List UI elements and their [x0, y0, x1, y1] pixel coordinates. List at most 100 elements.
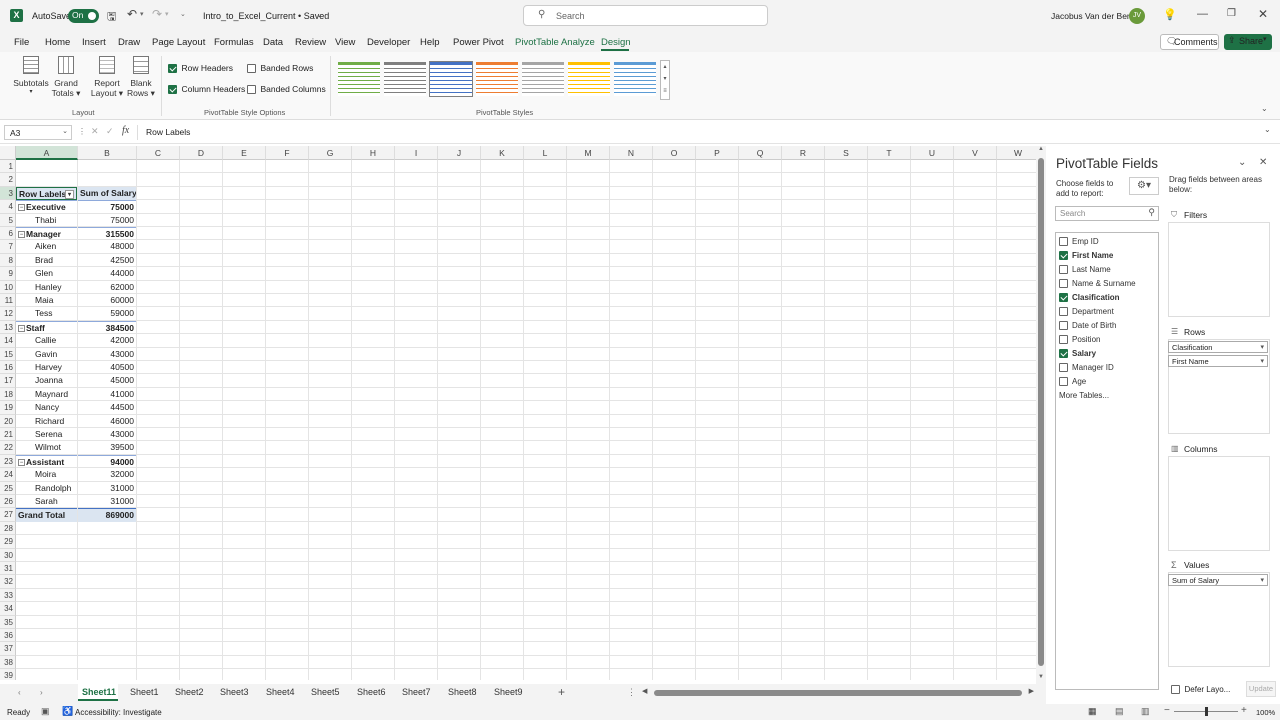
menu-view[interactable]: View: [335, 37, 355, 48]
scroll-down-icon[interactable]: ▼: [1038, 674, 1044, 680]
pivot-item-label[interactable]: Hanley: [16, 281, 77, 294]
row-header-9[interactable]: 9: [0, 267, 16, 281]
pivot-item-value[interactable]: 44500: [78, 401, 136, 414]
field-item[interactable]: Clasification: [1059, 293, 1120, 303]
column-header-h[interactable]: H: [352, 146, 395, 160]
column-header-c[interactable]: C: [137, 146, 180, 160]
pivot-item-label[interactable]: Glen: [16, 267, 77, 280]
row-header-22[interactable]: 22: [0, 441, 16, 455]
pivot-header-row-labels[interactable]: Row Labels ▾: [16, 186, 77, 201]
field-checkbox[interactable]: [1059, 237, 1068, 247]
values-field-sum-of-salary[interactable]: Sum of Salary: [1168, 574, 1268, 586]
expand-formula-icon[interactable]: ⌄: [1264, 125, 1271, 134]
share-button[interactable]: ⇪ Share ▾: [1224, 34, 1272, 50]
pivot-item-value[interactable]: 46000: [78, 415, 136, 428]
pivot-style-thumbnail[interactable]: [384, 62, 426, 96]
column-header-d[interactable]: D: [180, 146, 223, 160]
macro-record-icon[interactable]: ▣: [41, 706, 50, 717]
file-name[interactable]: Intro_to_Excel_Current • Saved: [203, 11, 329, 21]
row-header-3[interactable]: 3: [0, 186, 16, 201]
spreadsheet-grid[interactable]: ABCDEFGHIJKLMNOPQRSTUVW 1 2 3 4 5 6 7 8 9 10 11 12 1…: [0, 146, 1036, 680]
pivot-item-value[interactable]: 42000: [78, 334, 136, 347]
pivot-item-value[interactable]: 31000: [78, 495, 136, 508]
row-header-33[interactable]: 33: [0, 588, 16, 603]
row-header-25[interactable]: 25: [0, 481, 16, 495]
field-item[interactable]: Manager ID: [1059, 363, 1114, 373]
pivot-style-thumbnail[interactable]: [614, 62, 656, 96]
field-checkbox[interactable]: [1059, 321, 1068, 331]
row-header-14[interactable]: 14: [0, 334, 16, 348]
menu-design[interactable]: Design: [601, 37, 631, 48]
row-header-18[interactable]: 18: [0, 387, 16, 402]
row-header-10[interactable]: 10: [0, 280, 16, 294]
pivot-item-label[interactable]: Maia: [16, 294, 77, 307]
customize-toolbar-icon[interactable]: ⌄: [180, 10, 186, 18]
user-name[interactable]: Jacobus Van der Berg: [1051, 11, 1134, 21]
grand-totals-button[interactable]: Grand Totals ▾: [51, 56, 81, 104]
pivot-group-label[interactable]: − Assistant: [16, 454, 77, 468]
pivot-item-label[interactable]: Brad: [16, 254, 77, 267]
search-box[interactable]: ⚲ Search: [523, 5, 768, 26]
column-header-a[interactable]: A: [16, 146, 78, 160]
pivot-item-label[interactable]: Nancy: [16, 401, 77, 414]
pivot-group-value[interactable]: 94000: [78, 454, 136, 468]
next-sheet-icon[interactable]: ›: [40, 688, 43, 697]
collapse-toggle-icon[interactable]: −: [18, 458, 25, 466]
scroll-left-icon[interactable]: ◀: [642, 687, 647, 695]
subtotals-button[interactable]: Subtotals ▾: [12, 56, 50, 104]
menu-review[interactable]: Review: [295, 37, 326, 48]
column-headers-checkbox[interactable]: [168, 85, 177, 95]
pivot-item-value[interactable]: 44000: [78, 267, 136, 280]
file-name-chevron-icon[interactable]: ⌄: [316, 10, 323, 19]
collapse-toggle-icon[interactable]: −: [18, 324, 25, 332]
column-header-v[interactable]: V: [954, 146, 997, 160]
row-header-2[interactable]: 2: [0, 173, 16, 187]
rows-area[interactable]: [1168, 339, 1270, 434]
pivot-item-value[interactable]: 31000: [78, 482, 136, 495]
column-header-u[interactable]: U: [911, 146, 954, 160]
column-header-i[interactable]: I: [395, 146, 438, 160]
pivot-item-label[interactable]: Tess: [16, 307, 77, 320]
zoom-slider-thumb[interactable]: [1205, 707, 1208, 716]
cancel-icon[interactable]: ✕: [91, 126, 99, 137]
select-all-corner[interactable]: [0, 146, 16, 160]
menu-file[interactable]: File: [14, 37, 29, 48]
minimize-icon[interactable]: —: [1197, 8, 1208, 20]
zoom-level[interactable]: 100%: [1256, 708, 1275, 717]
menu-home[interactable]: Home: [45, 37, 70, 48]
pivot-item-label[interactable]: Sarah: [16, 495, 77, 508]
rows-field-first-name[interactable]: First Name: [1168, 355, 1268, 367]
pivot-item-value[interactable]: 62000: [78, 281, 136, 294]
defer-layout-option[interactable]: Defer Layo...: [1171, 684, 1230, 695]
comments-button[interactable]: 🗨 Comments: [1160, 34, 1219, 50]
banded-columns-option[interactable]: Banded Columns: [247, 84, 326, 95]
row-header-12[interactable]: 12: [0, 307, 16, 321]
row-header-8[interactable]: 8: [0, 253, 16, 268]
sheet-tab[interactable]: Sheet1: [130, 687, 159, 697]
pivot-group-value[interactable]: 315500: [78, 227, 136, 240]
menu-data[interactable]: Data: [263, 37, 283, 48]
menu-power-pivot[interactable]: Power Pivot: [453, 37, 504, 48]
row-header-27[interactable]: 27: [0, 508, 16, 522]
row-labels-filter-icon[interactable]: ▾: [65, 189, 74, 199]
pivot-item-label[interactable]: Randolph: [16, 482, 77, 495]
pivot-item-value[interactable]: 45000: [78, 374, 136, 387]
row-header-16[interactable]: 16: [0, 361, 16, 375]
row-header-21[interactable]: 21: [0, 428, 16, 442]
row-header-36[interactable]: 36: [0, 629, 16, 643]
pane-options-chevron-icon[interactable]: ⌄: [1238, 157, 1246, 168]
menu-formulas[interactable]: Formulas: [214, 37, 254, 48]
field-checkbox[interactable]: [1059, 293, 1068, 303]
row-header-15[interactable]: 15: [0, 347, 16, 361]
pivot-group-value[interactable]: 75000: [78, 200, 136, 213]
column-header-w[interactable]: W: [997, 146, 1036, 160]
tabs-options-icon[interactable]: ⋮: [627, 687, 636, 698]
column-header-m[interactable]: M: [567, 146, 610, 160]
pivot-style-thumbnail[interactable]: [522, 62, 564, 96]
pivot-style-thumbnail[interactable]: [429, 61, 473, 97]
pivot-item-value[interactable]: 32000: [78, 468, 136, 481]
row-header-39[interactable]: 39: [0, 669, 16, 680]
row-header-5[interactable]: 5: [0, 213, 16, 227]
pivot-item-label[interactable]: Richard: [16, 415, 77, 428]
sheet-tab[interactable]: Sheet2: [175, 687, 204, 697]
